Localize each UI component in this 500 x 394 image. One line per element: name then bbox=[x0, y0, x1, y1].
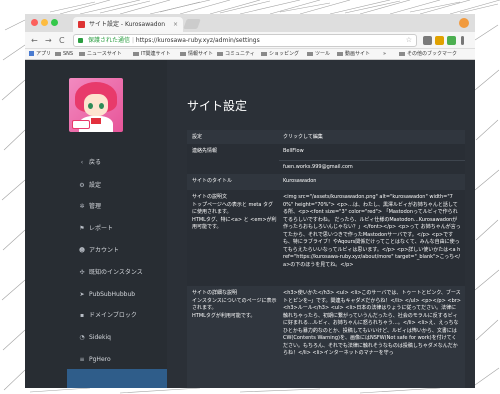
sidebar-item[interactable]: ≡ PgHero bbox=[25, 353, 167, 367]
sidebar-item-label: 設定 bbox=[89, 182, 102, 189]
folder-icon bbox=[307, 51, 313, 56]
sidebar-item[interactable]: ✲ 管理 bbox=[25, 200, 167, 214]
sidebar-item[interactable]: ▪ ドメインブロック bbox=[25, 309, 167, 323]
bookmark-folder[interactable]: 情報サイト bbox=[180, 50, 213, 59]
site-title-row: サイトのタイトル Kurosawadon bbox=[187, 174, 465, 190]
folder-icon bbox=[55, 51, 61, 56]
site-description-row: サイトの説明文 トップページへの表示と meta タグに使用されます。 HTML… bbox=[187, 190, 465, 286]
back-arrow-icon[interactable]: ← bbox=[31, 35, 38, 46]
bookmark-star-icon[interactable]: ☆ bbox=[406, 35, 412, 46]
header-hint: クリックして編集 bbox=[283, 134, 323, 140]
site-title-field[interactable]: Kurosawadon bbox=[283, 178, 461, 186]
bookmarks-more-chevron-icon[interactable]: » bbox=[383, 50, 386, 59]
bookmark-folder[interactable]: ショッピング bbox=[261, 50, 299, 59]
favicon-icon bbox=[78, 21, 85, 28]
site-title-label: サイトのタイトル bbox=[192, 178, 233, 184]
instance-avatar-image bbox=[69, 78, 123, 132]
bookmarks-bar: アプリ SNS ニュースサイト IT関連サイト 情報サイト コミュニティ ショッ… bbox=[25, 49, 475, 60]
url-text: https://kurosawa-ruby.xyz/admin/settings bbox=[135, 37, 260, 44]
sidebar-item-label: レポート bbox=[89, 225, 114, 232]
sidebar-item[interactable]: ‹ 戻る bbox=[25, 156, 167, 170]
contact-username-field[interactable]: BellFlow bbox=[283, 148, 461, 156]
lock-icon: ▪ bbox=[79, 312, 85, 319]
paper-plane-icon: ➤ bbox=[79, 291, 85, 298]
apps-grid-icon bbox=[29, 51, 34, 56]
cogs-icon: ✲ bbox=[79, 203, 85, 210]
close-window-button[interactable] bbox=[31, 19, 38, 26]
bookmark-folder[interactable]: IT関連サイト bbox=[133, 50, 171, 59]
folder-icon bbox=[133, 51, 139, 56]
site-extended-description-field[interactable]: <h3>使いかた</h3> <ul> <li>このサーバでは、トゥートとピンク、… bbox=[283, 290, 461, 358]
bookmark-folder[interactable]: SNS bbox=[55, 50, 73, 59]
sidebar-item[interactable]: ◔ Sidekiq bbox=[25, 331, 167, 345]
network-icon: ✣ bbox=[79, 269, 85, 276]
site-description-label: サイトの説明文 トップページへの表示と meta タグに使用されます。 HTML… bbox=[192, 194, 277, 230]
folder-icon bbox=[79, 51, 85, 56]
address-bar: ← → C 保護された通信 | https://kurosawa-ruby.xy… bbox=[25, 32, 475, 49]
sidebar-item[interactable]: ⚑ レポート bbox=[25, 222, 167, 236]
flag-icon: ⚑ bbox=[79, 225, 85, 232]
extension-icon[interactable] bbox=[435, 36, 444, 45]
profile-avatar-icon[interactable] bbox=[459, 18, 469, 28]
new-tab-button[interactable] bbox=[183, 19, 201, 29]
url-input[interactable]: 保護された通信 | https://kurosawa-ruby.xyz/admi… bbox=[73, 34, 417, 47]
contact-label: 連絡先情報 bbox=[192, 148, 218, 154]
bookmark-folder[interactable]: ツール bbox=[307, 50, 330, 59]
folder-icon bbox=[337, 51, 343, 56]
forward-arrow-icon[interactable]: → bbox=[45, 35, 52, 46]
folder-icon bbox=[217, 51, 223, 56]
folder-icon bbox=[261, 51, 267, 56]
bookmark-other[interactable]: その他のブックマーク bbox=[399, 50, 457, 59]
settings-table-header: 設定 クリックして編集 bbox=[187, 130, 465, 144]
admin-sidebar: ‹ 戻る ⚙ 設定 ✲ 管理 ⚑ レポート ☻ アカウント ✣ 既知のインスタンス ➤ PubSubHub… bbox=[25, 60, 167, 388]
contact-email-field[interactable]: fuen.works.999@gmail.com bbox=[283, 164, 461, 172]
folder-icon bbox=[399, 51, 405, 56]
sidebar-item-label: PubSubHubbub bbox=[89, 291, 136, 298]
bookmark-apps[interactable]: アプリ bbox=[29, 50, 51, 59]
sidebar-item[interactable]: ➤ PubSubHubbub bbox=[25, 288, 167, 302]
bookmark-folder[interactable]: ニュースサイト bbox=[79, 50, 122, 59]
chevron-left-icon: ‹ bbox=[80, 159, 84, 166]
site-description-field[interactable]: <img src="/assets/kurosawadon.png" alt="… bbox=[283, 194, 461, 269]
gear-icon: ⚙ bbox=[79, 182, 85, 189]
menu-icon[interactable] bbox=[461, 36, 464, 45]
screenshot-frame: サイト設定 - Kurosawadon × ← → C 保護された通信 | ht… bbox=[0, 0, 500, 394]
site-extended-description-label: サイトの詳細な説明 インスタンスについてのページに表示されます。 HTMLタグが… bbox=[192, 290, 277, 319]
sidebar-item-label: Sidekiq bbox=[89, 334, 111, 341]
extension-icon[interactable] bbox=[423, 36, 432, 45]
header-label: 設定 bbox=[192, 134, 203, 140]
wifi-icon: ◔ bbox=[79, 334, 85, 341]
maximize-window-button[interactable] bbox=[51, 19, 58, 26]
browser-window: サイト設定 - Kurosawadon × ← → C 保護された通信 | ht… bbox=[25, 14, 475, 388]
database-icon: ≡ bbox=[79, 356, 85, 363]
lock-icon bbox=[78, 38, 83, 43]
sidebar-item[interactable]: ✣ 既知のインスタンス bbox=[25, 266, 167, 280]
active-nav-highlight bbox=[67, 369, 167, 388]
page-title: サイト設定 bbox=[187, 99, 248, 113]
sidebar-item-label: 戻る bbox=[89, 159, 102, 166]
sidebar-item-label: PgHero bbox=[89, 356, 111, 363]
sidebar-item-label: 管理 bbox=[89, 203, 102, 210]
reload-icon[interactable]: C bbox=[59, 35, 65, 46]
sidebar-item-label: ドメインブロック bbox=[89, 312, 137, 319]
sidebar-item[interactable]: ☻ アカウント bbox=[25, 244, 167, 258]
users-icon: ☻ bbox=[78, 247, 86, 254]
bookmark-folder[interactable]: コミュニティ bbox=[217, 50, 255, 59]
tab-close-icon[interactable]: × bbox=[173, 17, 178, 32]
folder-icon bbox=[180, 51, 186, 56]
extension-icon[interactable] bbox=[447, 36, 456, 45]
minimize-window-button[interactable] bbox=[41, 19, 48, 26]
settings-content: サイト設定 設定 クリックして編集 連絡先情報 BellFlow fuen.wo… bbox=[167, 60, 475, 388]
sidebar-item-label: アカウント bbox=[89, 247, 120, 254]
title-bar: サイト設定 - Kurosawadon × bbox=[25, 14, 475, 32]
tab-title: サイト設定 - Kurosawadon bbox=[89, 21, 166, 28]
contact-row: 連絡先情報 BellFlow fuen.works.999@gmail.com bbox=[187, 144, 465, 174]
sidebar-item[interactable]: ⚙ 設定 bbox=[25, 179, 167, 193]
secure-label: 保護された通信 bbox=[88, 37, 131, 44]
browser-tab[interactable]: サイト設定 - Kurosawadon × bbox=[73, 17, 183, 32]
site-extended-description-row: サイトの詳細な説明 インスタンスについてのページに表示されます。 HTMLタグが… bbox=[187, 286, 465, 388]
bookmark-folder[interactable]: 動画サイト bbox=[337, 50, 370, 59]
sidebar-item-label: 既知のインスタンス bbox=[89, 269, 143, 276]
